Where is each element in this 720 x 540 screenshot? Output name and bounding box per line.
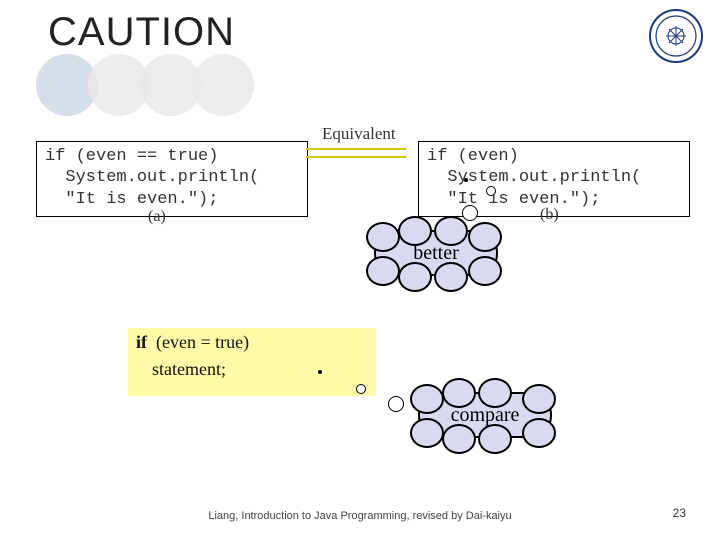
trail-dot-icon	[462, 205, 478, 221]
cloud-compare-text: compare	[451, 404, 520, 426]
cloud-compare: compare	[418, 392, 552, 438]
university-seal-icon	[648, 8, 704, 64]
cloud-better-text: better	[413, 242, 459, 264]
page-number: 23	[673, 506, 686, 520]
equivalent-label: Equivalent	[322, 124, 396, 144]
caption-b: (b)	[540, 206, 559, 224]
code-box-a: if (even == true) System.out.println( "I…	[36, 141, 308, 217]
keyword-if: if	[136, 332, 147, 352]
trail-dot-icon	[464, 178, 468, 182]
footer-citation: Liang, Introduction to Java Programming,…	[0, 510, 720, 522]
trail-dot-icon	[356, 384, 366, 394]
code-snippet-yellow: if (even = true) statement;	[128, 328, 376, 396]
equivalent-lines-icon	[306, 146, 406, 166]
snippet-statement: statement;	[136, 359, 368, 380]
slide-title: CAUTION	[48, 10, 235, 55]
trail-dot-icon	[486, 186, 496, 196]
trail-dot-icon	[318, 370, 322, 374]
decor-circles	[36, 54, 296, 118]
caption-a: (a)	[148, 208, 166, 226]
snippet-condition: (even = true)	[156, 332, 249, 352]
cloud-better: better	[374, 230, 498, 276]
trail-dot-icon	[388, 396, 404, 412]
